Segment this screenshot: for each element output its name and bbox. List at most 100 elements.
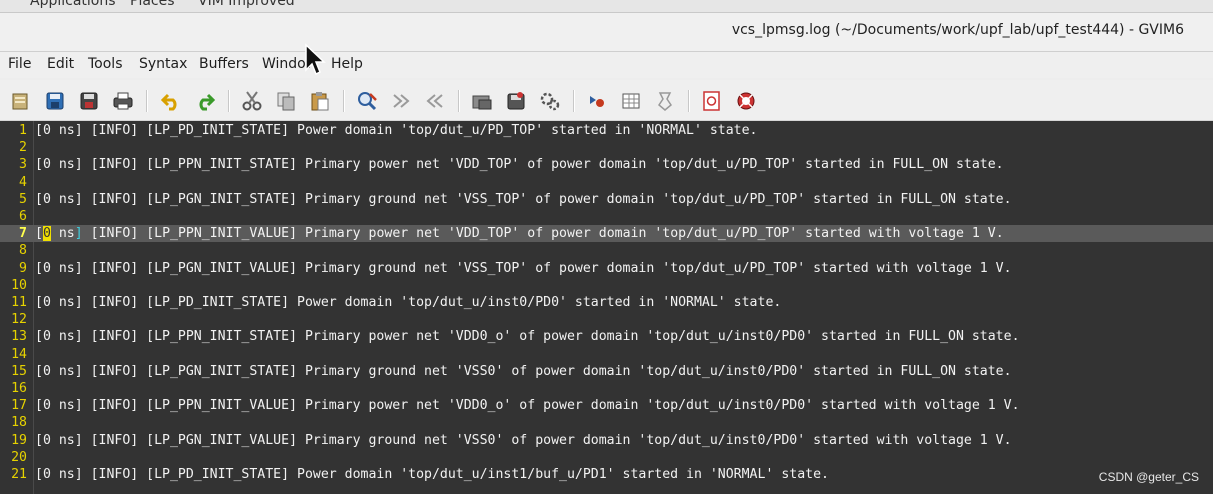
line-number: 7 [19, 226, 27, 242]
cursor-line-rest: [INFO] [LP_PPN_INIT_VALUE] Primary power… [82, 226, 1004, 242]
editor-line[interactable]: 5 [0 ns] [INFO] [LP_PGN_INIT_STATE] Prima… [0, 191, 1213, 208]
redo-icon[interactable] [194, 90, 216, 112]
copy-icon[interactable] [275, 90, 297, 112]
line-number: 6 [19, 209, 27, 224]
undo-icon[interactable] [160, 90, 182, 112]
tag-jump-icon[interactable] [701, 90, 723, 112]
line-text: [0 ns] [INFO] [LP_PGN_INIT_STATE] Primar… [35, 191, 1012, 207]
line-text: [0 ns] [INFO] [LP_PPN_INIT_VALUE] Primar… [35, 225, 1004, 242]
cut-icon[interactable] [241, 90, 263, 112]
mouse-pointer-icon [305, 43, 326, 76]
editor-line[interactable]: 11 [0 ns] [INFO] [LP_PD_INIT_STATE] Power… [0, 294, 1213, 311]
watermark: CSDN @geter_CS [1098, 470, 1199, 484]
line-number: 12 [11, 312, 27, 328]
editor-line[interactable]: 13 [0 ns] [INFO] [LP_PPN_INIT_STATE] Prim… [0, 328, 1213, 345]
line-number: 20 [11, 449, 27, 465]
toolbar-separator [146, 90, 148, 112]
editor-line[interactable]: 18 [0, 414, 1213, 431]
line-text: [0 ns] [INFO] [LP_PD_INIT_STATE] Power d… [35, 295, 782, 310]
line-number: 15 [11, 363, 27, 379]
line-number: 13 [11, 329, 27, 345]
line-text: [0 ns] [INFO] [LP_PPN_INIT_VALUE] Primar… [35, 398, 1020, 414]
line-text: [0 ns] [INFO] [LP_PGN_INIT_STATE] Primar… [35, 363, 1012, 379]
find-next-icon[interactable] [390, 90, 412, 112]
toolbar [0, 80, 1213, 121]
menu-edit[interactable]: Edit [47, 56, 74, 72]
menu-tools[interactable]: Tools [88, 56, 123, 72]
line-text: [0 ns] [INFO] [LP_PPN_INIT_STATE] Primar… [35, 157, 1004, 173]
shell-icon[interactable] [620, 90, 642, 112]
text-cursor: 0 [42, 226, 51, 242]
panel-applications-menu[interactable]: Applications [30, 0, 116, 9]
editor-line[interactable]: 15 [0 ns] [INFO] [LP_PGN_INIT_STATE] Prim… [0, 363, 1213, 380]
paste-icon[interactable] [309, 90, 331, 112]
load-session-icon[interactable] [471, 90, 493, 112]
editor-buffer[interactable]: 1 [0 ns] [INFO] [LP_PD_INIT_STATE] Power … [0, 121, 1213, 494]
line-number: 4 [19, 174, 27, 190]
line-number: 14 [11, 346, 27, 362]
run-script-icon[interactable] [539, 90, 561, 112]
toolbar-separator [228, 90, 230, 112]
print-icon[interactable] [112, 90, 134, 112]
toolbar-separator [688, 90, 690, 112]
cursor-line-mid: ns [50, 226, 75, 242]
editor-line[interactable]: 6 [0, 208, 1213, 225]
editor-line[interactable]: 12 [0, 311, 1213, 328]
line-number: 8 [19, 243, 27, 259]
editor-line[interactable]: 14 [0, 346, 1213, 363]
line-number: 3 [19, 157, 27, 173]
editor-line[interactable]: 1 [0 ns] [INFO] [LP_PD_INIT_STATE] Power … [0, 122, 1213, 139]
cursor-line-prefix: [ [35, 226, 43, 242]
line-text: [0 ns] [INFO] [LP_PD_INIT_STATE] Power d… [35, 467, 829, 482]
editor-line[interactable]: 21 [0 ns] [INFO] [LP_PD_INIT_STATE] Power… [0, 466, 1213, 483]
line-number: 16 [11, 381, 27, 396]
editor-line[interactable]: 16 [0, 380, 1213, 397]
system-panel: Applications Places VIM Improved [0, 0, 1213, 13]
line-number: 17 [11, 398, 27, 414]
line-number: 18 [11, 415, 27, 431]
menu-file[interactable]: File [8, 56, 31, 72]
matching-bracket: ] [74, 226, 83, 242]
editor-line[interactable]: 20 [0, 449, 1213, 466]
line-number: 11 [11, 295, 27, 310]
line-number: 9 [19, 260, 27, 276]
toolbar-separator [573, 90, 575, 112]
make-icon[interactable] [586, 90, 608, 112]
line-text: [0 ns] [INFO] [LP_PGN_INIT_VALUE] Primar… [35, 260, 1012, 276]
line-number: 19 [11, 432, 27, 448]
panel-places-menu[interactable]: Places [130, 0, 175, 9]
line-text: [0 ns] [INFO] [LP_PD_INIT_STATE] Power d… [35, 123, 758, 138]
line-number: 5 [19, 191, 27, 207]
editor-line[interactable]: 19 [0 ns] [INFO] [LP_PGN_INIT_VALUE] Prim… [0, 432, 1213, 449]
window-title: vcs_lpmsg.log (~/Documents/work/upf_lab/… [731, 22, 1184, 38]
open-icon[interactable] [10, 90, 32, 112]
window-titlebar[interactable]: vcs_lpmsg.log (~/Documents/work/upf_lab/… [0, 13, 1213, 52]
save-all-icon[interactable] [78, 90, 100, 112]
line-number: 21 [11, 467, 27, 482]
menu-help[interactable]: Help [331, 56, 363, 72]
line-text: [0 ns] [INFO] [LP_PGN_INIT_VALUE] Primar… [35, 432, 1012, 448]
editor-line[interactable]: 8 [0, 242, 1213, 259]
editor-line[interactable]: 3 [0 ns] [INFO] [LP_PPN_INIT_STATE] Prima… [0, 156, 1213, 173]
line-text: [0 ns] [INFO] [LP_PPN_INIT_STATE] Primar… [35, 329, 1020, 345]
run-ctags-icon[interactable] [654, 90, 676, 112]
editor-line[interactable]: 7 [0 ns] [INFO] [LP_PPN_INIT_VALUE] Prima… [0, 225, 1213, 243]
help-icon[interactable] [735, 90, 757, 112]
editor-line[interactable]: 17 [0 ns] [INFO] [LP_PPN_INIT_VALUE] Prim… [0, 397, 1213, 414]
save-icon[interactable] [44, 90, 66, 112]
find-prev-icon[interactable] [424, 90, 446, 112]
menu-buffers[interactable]: Buffers [199, 56, 249, 72]
panel-app-name[interactable]: VIM Improved [198, 0, 295, 9]
menu-syntax[interactable]: Syntax [139, 56, 187, 72]
save-session-icon[interactable] [505, 90, 527, 112]
menu-bar: File Edit Tools Syntax Buffers Window He… [0, 52, 1213, 78]
editor-line[interactable]: 10 [0, 277, 1213, 294]
editor-line[interactable]: 2 [0, 139, 1213, 156]
line-number: 2 [19, 140, 27, 156]
toolbar-separator [458, 90, 460, 112]
find-replace-icon[interactable] [356, 90, 378, 112]
editor-line[interactable]: 9 [0 ns] [INFO] [LP_PGN_INIT_VALUE] Prima… [0, 260, 1213, 277]
editor-line[interactable]: 4 [0, 174, 1213, 191]
toolbar-separator [343, 90, 345, 112]
line-number: 1 [19, 123, 27, 138]
